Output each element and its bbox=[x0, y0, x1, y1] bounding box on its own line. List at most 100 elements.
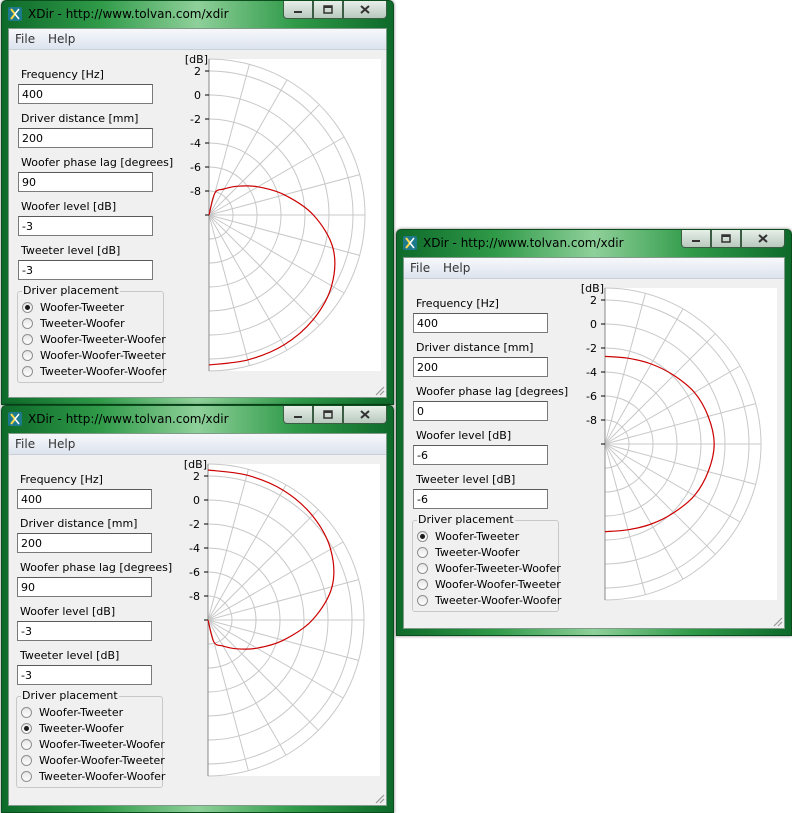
maximize-icon bbox=[323, 410, 333, 419]
radio-woofer-woofer-tweeter[interactable] bbox=[21, 754, 32, 766]
driver-placement-title: Driver placement bbox=[21, 689, 119, 702]
tweeter-level-input[interactable] bbox=[18, 260, 153, 280]
radio-woofer-tweeter[interactable] bbox=[417, 530, 428, 542]
radio-label: Woofer-Tweeter bbox=[39, 705, 124, 719]
driver-placement-group: Driver placement Woofer-Tweeter Tweeter-… bbox=[412, 513, 561, 612]
menu-help[interactable]: Help bbox=[443, 261, 470, 275]
menu-file[interactable]: File bbox=[15, 437, 35, 451]
maximize-button[interactable] bbox=[313, 1, 343, 19]
close-icon bbox=[360, 5, 370, 14]
title-bar[interactable]: XDir - http://www.tolvan.com/xdir bbox=[397, 230, 791, 256]
title-bar[interactable]: XDir - http://www.tolvan.com/xdir bbox=[2, 406, 393, 432]
minimize-button[interactable] bbox=[283, 406, 313, 424]
menu-bar: File Help bbox=[9, 434, 386, 455]
maximize-button[interactable] bbox=[313, 406, 343, 424]
driver-distance-input[interactable] bbox=[413, 357, 548, 377]
close-button[interactable] bbox=[343, 406, 387, 424]
placement-option[interactable]: Woofer-Tweeter-Woofer bbox=[22, 332, 166, 346]
woofer-phase-label: Woofer phase lag [degrees] bbox=[21, 156, 174, 169]
radio-tweeter-woofer-woofer[interactable] bbox=[22, 365, 33, 377]
close-button[interactable] bbox=[343, 1, 387, 19]
tweeter-level-input[interactable] bbox=[413, 489, 548, 509]
title-bar[interactable]: XDir - http://www.tolvan.com/xdir bbox=[2, 1, 393, 27]
radio-label: Tweeter-Woofer bbox=[39, 721, 124, 735]
close-button[interactable] bbox=[741, 230, 785, 248]
placement-option[interactable]: Woofer-Woofer-Tweeter bbox=[21, 753, 165, 767]
driver-placement-title: Driver placement bbox=[22, 284, 120, 297]
xdir-app-icon bbox=[403, 236, 417, 250]
placement-option[interactable]: Woofer-Tweeter bbox=[22, 300, 124, 314]
radio-woofer-tweeter-woofer[interactable] bbox=[22, 333, 33, 345]
maximize-icon bbox=[323, 5, 333, 14]
placement-option[interactable]: Woofer-Woofer-Tweeter bbox=[417, 577, 561, 591]
radio-tweeter-woofer[interactable] bbox=[417, 546, 428, 558]
placement-option[interactable]: Tweeter-Woofer-Woofer bbox=[21, 769, 165, 783]
frequency-label: Frequency [Hz] bbox=[416, 297, 499, 310]
placement-option[interactable]: Tweeter-Woofer-Woofer bbox=[417, 593, 561, 607]
woofer-phase-input[interactable] bbox=[413, 401, 548, 421]
tick-label: -6 bbox=[586, 390, 597, 403]
client-area: File Help Frequency [Hz] Driver distance… bbox=[403, 257, 785, 629]
frequency-input[interactable] bbox=[17, 489, 152, 509]
minimize-icon bbox=[692, 239, 700, 242]
placement-option[interactable]: Woofer-Tweeter bbox=[21, 705, 123, 719]
tweeter-level-input[interactable] bbox=[17, 665, 152, 685]
radio-woofer-tweeter-woofer[interactable] bbox=[417, 562, 428, 574]
frequency-input[interactable] bbox=[18, 84, 153, 104]
radio-label: Tweeter-Woofer bbox=[435, 545, 520, 559]
maximize-button[interactable] bbox=[711, 230, 741, 248]
radio-label: Woofer-Woofer-Tweeter bbox=[39, 753, 165, 767]
radio-tweeter-woofer-woofer[interactable] bbox=[417, 594, 428, 606]
minimize-icon bbox=[294, 10, 302, 13]
resize-grip-icon[interactable] bbox=[771, 615, 783, 627]
radio-woofer-tweeter[interactable] bbox=[21, 706, 32, 718]
radio-tweeter-woofer[interactable] bbox=[22, 317, 33, 329]
tick-label: 0 bbox=[590, 318, 597, 331]
menu-file[interactable]: File bbox=[15, 32, 35, 46]
driver-distance-input[interactable] bbox=[18, 128, 153, 148]
tick-label: -6 bbox=[190, 161, 201, 174]
woofer-level-label: Woofer level [dB] bbox=[416, 429, 512, 442]
woofer-level-input[interactable] bbox=[17, 621, 152, 641]
woofer-phase-input[interactable] bbox=[18, 172, 153, 192]
placement-option[interactable]: Tweeter-Woofer-Woofer bbox=[22, 364, 166, 378]
resize-grip-icon[interactable] bbox=[373, 384, 385, 396]
resize-grip-icon[interactable] bbox=[373, 792, 385, 804]
menu-help[interactable]: Help bbox=[48, 437, 75, 451]
client-area: File Help Frequency [Hz] Driver distance… bbox=[8, 28, 387, 398]
minimize-button[interactable] bbox=[283, 1, 313, 19]
placement-option[interactable]: Woofer-Woofer-Tweeter bbox=[22, 348, 166, 362]
radio-label: Tweeter-Woofer-Woofer bbox=[39, 769, 166, 783]
placement-option[interactable]: Woofer-Tweeter bbox=[417, 529, 519, 543]
menu-file[interactable]: File bbox=[410, 261, 430, 275]
radio-tweeter-woofer-woofer[interactable] bbox=[21, 770, 32, 782]
tick-label: 2 bbox=[590, 294, 597, 307]
window-title: XDir - http://www.tolvan.com/xdir bbox=[28, 412, 229, 426]
radio-label: Woofer-Woofer-Tweeter bbox=[40, 348, 166, 362]
radio-woofer-tweeter[interactable] bbox=[22, 301, 33, 313]
driver-distance-input[interactable] bbox=[17, 533, 152, 553]
xdir-window-1: XDir - http://www.tolvan.com/xdir File H… bbox=[1, 0, 394, 405]
xdir-window-3: XDir - http://www.tolvan.com/xdir File H… bbox=[396, 229, 792, 636]
woofer-level-input[interactable] bbox=[18, 216, 153, 236]
radio-tweeter-woofer[interactable] bbox=[21, 722, 32, 734]
polar-plot-svg: 2 0 -2 -4 -6 -8 [dB] bbox=[185, 53, 381, 372]
radio-woofer-woofer-tweeter[interactable] bbox=[417, 578, 428, 590]
radio-woofer-tweeter-woofer[interactable] bbox=[21, 738, 32, 750]
minimize-button[interactable] bbox=[681, 230, 711, 248]
close-icon bbox=[360, 410, 370, 419]
tick-label: -2 bbox=[189, 518, 200, 531]
placement-option[interactable]: Woofer-Tweeter-Woofer bbox=[417, 561, 561, 575]
menu-help[interactable]: Help bbox=[48, 32, 75, 46]
frequency-input[interactable] bbox=[413, 313, 548, 333]
minimize-icon bbox=[294, 415, 302, 418]
placement-option[interactable]: Tweeter-Woofer bbox=[417, 545, 520, 559]
woofer-phase-input[interactable] bbox=[17, 577, 152, 597]
placement-option[interactable]: Woofer-Tweeter-Woofer bbox=[21, 737, 165, 751]
placement-option[interactable]: Tweeter-Woofer bbox=[21, 721, 124, 735]
tick-label: -2 bbox=[586, 342, 597, 355]
woofer-level-input[interactable] bbox=[413, 445, 548, 465]
placement-option[interactable]: Tweeter-Woofer bbox=[22, 316, 125, 330]
radio-woofer-woofer-tweeter[interactable] bbox=[22, 349, 33, 361]
radio-label: Woofer-Tweeter-Woofer bbox=[39, 737, 165, 751]
